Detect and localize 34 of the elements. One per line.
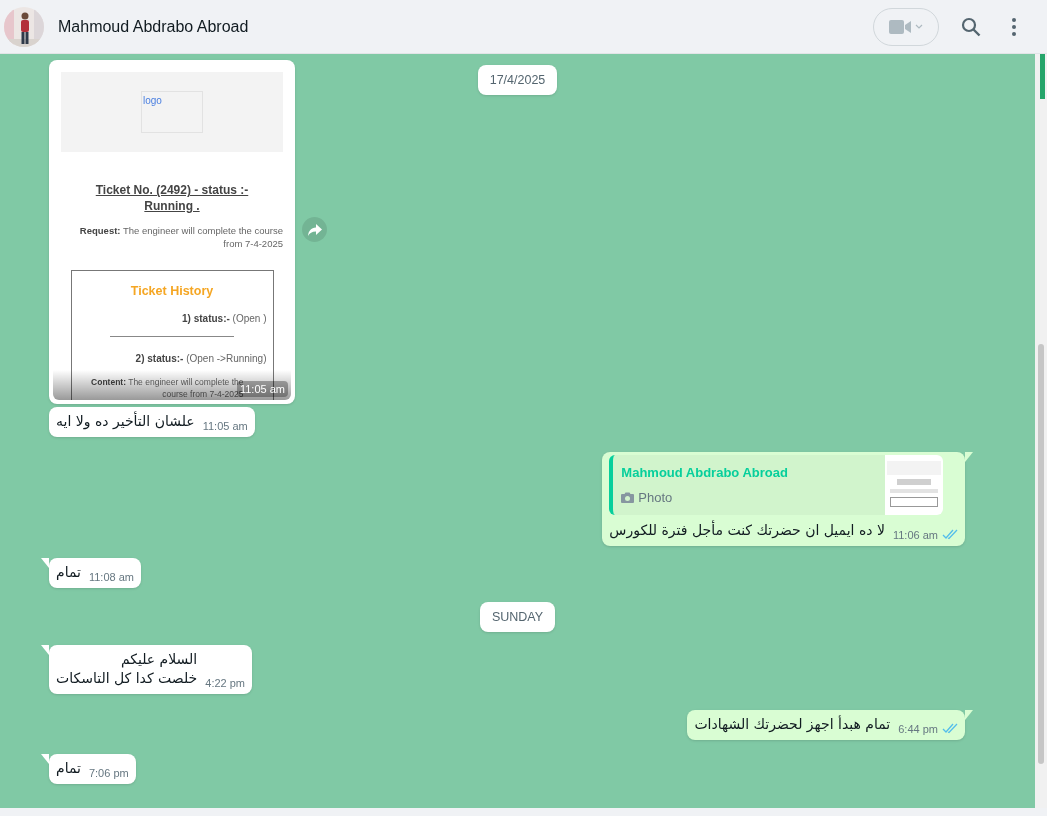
scrollbar[interactable] xyxy=(1035,54,1047,808)
message-time: 11:08 am xyxy=(88,569,134,585)
date-chip: SUNDAY xyxy=(479,602,556,632)
logo-placeholder: logo xyxy=(141,91,203,133)
chevron-down-icon xyxy=(915,24,923,29)
status-line: 2) status:- (Open ->Running) xyxy=(135,351,267,366)
quoted-message[interactable]: Mahmoud Abdrabo Abroad Photo xyxy=(609,455,944,515)
message-text: علشان التأخير ده ولا ايه xyxy=(56,412,195,431)
status-line: 1) status:- (Open ) xyxy=(182,311,267,326)
contact-name[interactable]: Mahmoud Abdrabo Abroad xyxy=(58,14,873,39)
forward-button[interactable] xyxy=(302,217,327,242)
forward-icon xyxy=(307,223,322,236)
thumbnail xyxy=(885,455,944,515)
request-text: Request: The engineer will complete the course from 7-4-2025 xyxy=(78,224,283,250)
message-time: 11:06 am xyxy=(892,527,938,543)
date-chip: 17/4/2025 xyxy=(477,65,558,95)
message-text: السلام عليكم xyxy=(120,650,198,669)
message-time: 4:22 pm xyxy=(205,675,245,691)
quoted-sender: Mahmoud Abdrabo Abroad xyxy=(621,464,789,482)
message-text: لا ده ايميل ان حضرتك كنت مأجل فترة للكورس xyxy=(609,521,885,540)
camera-icon xyxy=(621,491,635,503)
menu-icon xyxy=(1012,17,1016,36)
message-text: تمام xyxy=(56,759,81,778)
quoted-label: Photo xyxy=(638,488,673,507)
message-text: تمام xyxy=(56,563,81,582)
search-icon xyxy=(961,16,981,37)
history-title: Ticket History xyxy=(130,283,214,300)
video-camera-icon xyxy=(889,19,911,34)
message-text: خلصت كدا كل التاسكات xyxy=(56,669,198,688)
message-text: تمام هبدأ اجهز لحضرتك الشهادات xyxy=(694,715,891,734)
message-time: 11:05 am xyxy=(202,418,248,434)
ticket-title: Ticket No. (2492) - status :- Running . xyxy=(94,182,250,214)
message-time: 6:44 pm xyxy=(898,721,938,737)
message-time: 7:06 pm xyxy=(88,765,129,781)
